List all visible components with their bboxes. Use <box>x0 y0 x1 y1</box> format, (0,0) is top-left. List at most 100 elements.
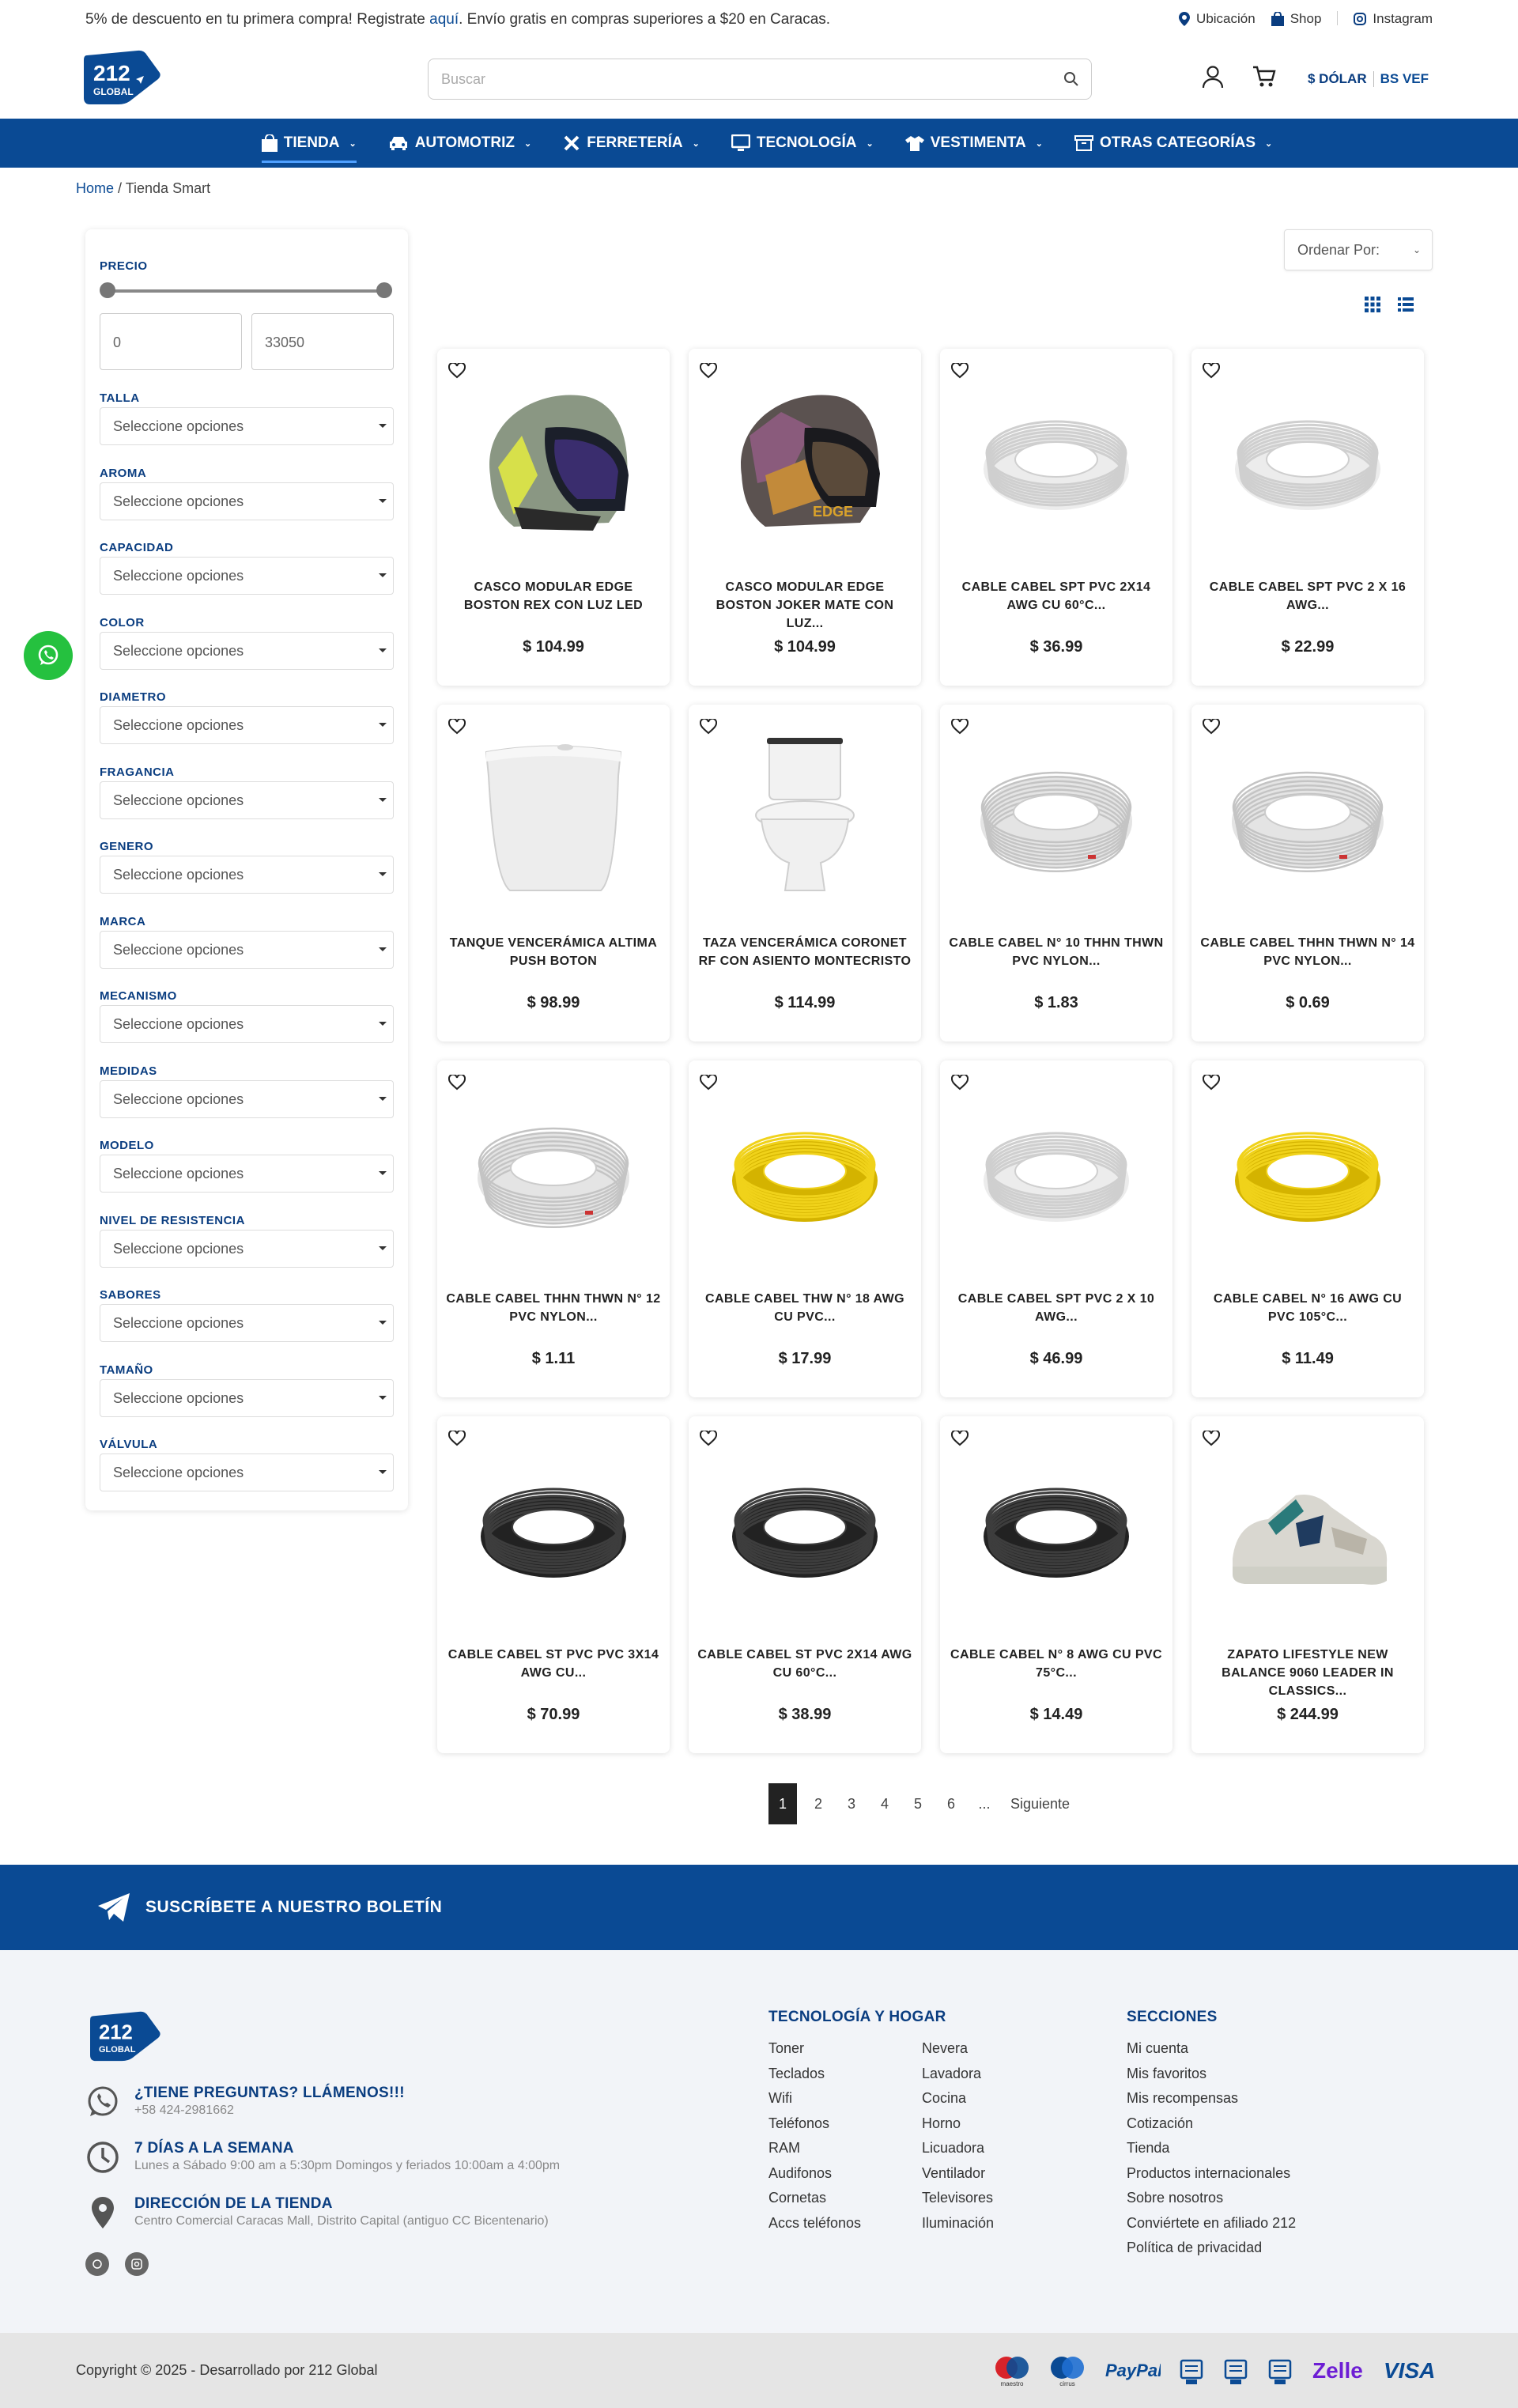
product-name[interactable]: CABLE CABEL THHN THWN N° 12 PVC NYLON... <box>445 1290 662 1326</box>
price-min-input[interactable]: 0 <box>100 313 242 370</box>
sort-select[interactable]: Ordenar Por: ⌄ <box>1284 229 1433 270</box>
product-name[interactable]: CABLE CABEL N° 10 THHN THWN PVC NYLON... <box>948 934 1165 970</box>
footer-tech-link[interactable]: Iluminación <box>922 2215 994 2240</box>
product-image[interactable] <box>466 1448 640 1606</box>
grid-view-icon[interactable] <box>1365 297 1380 312</box>
breadcrumb-home[interactable]: Home <box>76 180 114 196</box>
heart-icon[interactable] <box>447 1073 466 1091</box>
product-card[interactable]: CABLE CABEL THHN THWN N° 14 PVC NYLON...… <box>1191 705 1424 1041</box>
product-card[interactable]: CABLE CABEL ST PVC PVC 3X14 AWG CU... $ 7… <box>437 1416 670 1753</box>
heart-icon[interactable] <box>447 361 466 379</box>
filter-select-11[interactable]: Seleccione opciones <box>100 1229 394 1268</box>
footer-tech-link[interactable]: RAM <box>768 2140 861 2165</box>
nav-automotriz[interactable]: AUTOMOTRIZ ⌄ <box>388 119 531 168</box>
search-icon[interactable] <box>1063 70 1080 88</box>
footer-section-link[interactable]: Mis recompensas <box>1127 2090 1296 2115</box>
footer-tech-link[interactable]: Horno <box>922 2115 994 2141</box>
filter-select-14[interactable]: Seleccione opciones <box>100 1453 394 1491</box>
product-image[interactable] <box>718 1448 892 1606</box>
site-logo[interactable]: 212 GLOBAL <box>82 49 161 106</box>
product-card[interactable]: CABLE CABEL N° 10 THHN THWN PVC NYLON...… <box>940 705 1172 1041</box>
footer-section-link[interactable]: Política de privacidad <box>1127 2240 1296 2265</box>
footer-tech-link[interactable]: Audifonos <box>768 2165 861 2191</box>
product-card[interactable]: CASCO MODULAR EDGE BOSTON REX CON LUZ LE… <box>437 349 670 686</box>
footer-section-link[interactable]: Mis favoritos <box>1127 2066 1296 2091</box>
product-name[interactable]: CABLE CABEL SPT PVC 2 X 10 AWG... <box>948 1290 1165 1326</box>
list-view-icon[interactable] <box>1398 297 1414 312</box>
footer-tech-link[interactable]: Licuadora <box>922 2140 994 2165</box>
heart-icon[interactable] <box>699 1073 718 1091</box>
price-slider-min-handle[interactable] <box>100 282 115 298</box>
product-card[interactable]: TANQUE VENCERÁMICA ALTIMA PUSH BOTON $ 98… <box>437 705 670 1041</box>
footer-logo[interactable]: 212 GLOBAL <box>89 2010 161 2066</box>
product-image[interactable] <box>1221 1092 1395 1250</box>
nav-ferreteria[interactable]: FERRETERÍA ⌄ <box>563 119 700 168</box>
product-image[interactable] <box>718 1092 892 1250</box>
nav-vestimenta[interactable]: VESTIMENTA ⌄ <box>904 119 1043 168</box>
instagram-social-button[interactable] <box>125 2252 149 2276</box>
product-name[interactable]: CABLE CABEL ST PVC PVC 3X14 AWG CU... <box>445 1646 662 1682</box>
nav-tecnologia[interactable]: TECNOLOGÍA ⌄ <box>731 119 874 168</box>
footer-tech-link[interactable]: Teclados <box>768 2066 861 2091</box>
search-input[interactable] <box>429 59 1029 99</box>
page-6[interactable]: 6 <box>935 1783 968 1824</box>
filter-select-0[interactable]: Seleccione opciones <box>100 407 394 445</box>
price-max-input[interactable]: 33050 <box>251 313 394 370</box>
footer-section-link[interactable]: Cotización <box>1127 2115 1296 2141</box>
product-image[interactable] <box>466 1092 640 1250</box>
product-name[interactable]: CABLE CABEL SPT PVC 2X14 AWG CU 60°C... <box>948 578 1165 614</box>
filter-select-1[interactable]: Seleccione opciones <box>100 482 394 520</box>
currency-dollar[interactable]: $ DÓLAR <box>1308 71 1367 87</box>
next-page-link[interactable]: Siguiente <box>1001 1783 1070 1824</box>
product-image[interactable] <box>969 736 1143 894</box>
filter-select-9[interactable]: Seleccione opciones <box>100 1079 394 1118</box>
product-name[interactable]: CABLE CABEL N° 16 AWG CU PVC 105°C... <box>1199 1290 1416 1326</box>
heart-icon[interactable] <box>447 1429 466 1446</box>
heart-icon[interactable] <box>447 717 466 735</box>
heart-icon[interactable] <box>1202 361 1221 379</box>
filter-select-13[interactable]: Seleccione opciones <box>100 1378 394 1417</box>
footer-section-link[interactable]: Mi cuenta <box>1127 2040 1296 2066</box>
heart-icon[interactable] <box>950 1429 969 1446</box>
price-slider-max-handle[interactable] <box>376 282 392 298</box>
product-name[interactable]: CABLE CABEL SPT PVC 2 X 16 AWG... <box>1199 578 1416 614</box>
product-card[interactable]: CABLE CABEL THHN THWN N° 12 PVC NYLON...… <box>437 1060 670 1397</box>
heart-icon[interactable] <box>950 717 969 735</box>
product-name[interactable]: CASCO MODULAR EDGE BOSTON REX CON LUZ LE… <box>445 578 662 614</box>
product-name[interactable]: TANQUE VENCERÁMICA ALTIMA PUSH BOTON <box>445 934 662 970</box>
product-name[interactable]: CABLE CABEL THHN THWN N° 14 PVC NYLON... <box>1199 934 1416 970</box>
footer-tech-link[interactable]: Teléfonos <box>768 2115 861 2141</box>
product-card[interactable]: ZAPATO LIFESTYLE NEW BALANCE 9060 LEADER… <box>1191 1416 1424 1753</box>
filter-select-6[interactable]: Seleccione opciones <box>100 856 394 894</box>
contact-phone-number[interactable]: +58 424-2981662 <box>134 2104 405 2118</box>
product-name[interactable]: ZAPATO LIFESTYLE NEW BALANCE 9060 LEADER… <box>1199 1646 1416 1700</box>
footer-tech-link[interactable]: Cocina <box>922 2090 994 2115</box>
footer-tech-link[interactable]: Cornetas <box>768 2190 861 2215</box>
user-icon[interactable] <box>1202 65 1224 89</box>
product-image[interactable] <box>1221 1448 1395 1606</box>
footer-section-link[interactable]: Productos internacionales <box>1127 2165 1296 2191</box>
location-link[interactable]: Ubicación <box>1179 11 1256 27</box>
filter-select-4[interactable]: Seleccione opciones <box>100 706 394 744</box>
product-name[interactable]: CASCO MODULAR EDGE BOSTON JOKER MATE CON… <box>697 578 913 633</box>
nav-otras-categorias[interactable]: OTRAS CATEGORÍAS ⌄ <box>1074 119 1272 168</box>
filter-select-2[interactable]: Seleccione opciones <box>100 557 394 595</box>
whatsapp-float-button[interactable] <box>24 631 73 680</box>
currency-bolivar[interactable]: BS VEF <box>1380 71 1429 87</box>
heart-icon[interactable] <box>1202 1073 1221 1091</box>
heart-icon[interactable] <box>1202 717 1221 735</box>
shop-link[interactable]: Shop <box>1271 11 1321 27</box>
filter-select-5[interactable]: Seleccione opciones <box>100 781 394 819</box>
page-5[interactable]: 5 <box>901 1783 935 1824</box>
footer-tech-link[interactable]: Accs teléfonos <box>768 2215 861 2240</box>
product-card[interactable]: CABLE CABEL N° 16 AWG CU PVC 105°C... $ 1… <box>1191 1060 1424 1397</box>
product-name[interactable]: CABLE CABEL ST PVC 2X14 AWG CU 60°C... <box>697 1646 913 1682</box>
filter-select-10[interactable]: Seleccione opciones <box>100 1155 394 1193</box>
product-card[interactable]: EDGE CASCO MODULAR EDGE BOSTON JOKER MAT… <box>689 349 921 686</box>
product-name[interactable]: CABLE CABEL THW N° 18 AWG CU PVC... <box>697 1290 913 1326</box>
product-name[interactable]: TAZA VENCERÁMICA CORONET RF CON ASIENTO … <box>697 934 913 970</box>
heart-icon[interactable] <box>699 361 718 379</box>
filter-select-7[interactable]: Seleccione opciones <box>100 930 394 969</box>
newsletter-bar[interactable]: SUSCRÍBETE A NUESTRO BOLETÍN <box>0 1865 1518 1950</box>
footer-tech-link[interactable]: Nevera <box>922 2040 994 2066</box>
